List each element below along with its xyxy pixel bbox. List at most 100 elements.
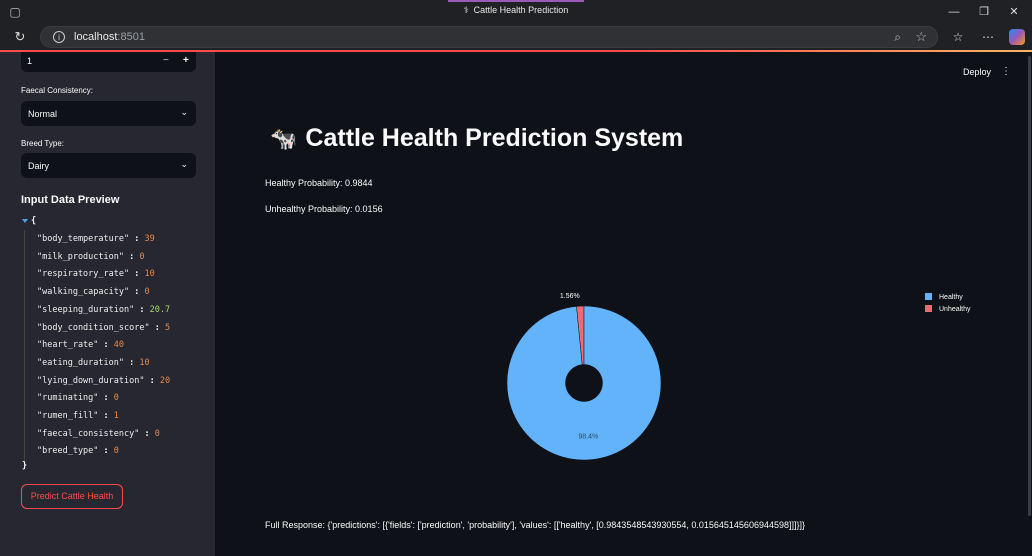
json-value: 10 [139, 357, 150, 368]
restore-icon[interactable]: ❐ [976, 4, 992, 20]
json-value: 40 [113, 340, 125, 351]
reload-icon[interactable]: ↻ [12, 29, 28, 45]
json-colon: : [98, 340, 114, 351]
json-value: 5 [164, 322, 171, 333]
json-value: 1 [113, 411, 119, 421]
json-colon: : [98, 393, 114, 404]
slice-label: 98.4% [578, 434, 598, 441]
faecal-label: Faecal Consistency: [21, 86, 94, 95]
active-tab-indicator [448, 0, 584, 2]
number-input[interactable]: 1 − + [21, 52, 196, 72]
json-row: "body_condition_score" : 5 [37, 323, 170, 333]
decrement-button[interactable]: − [163, 55, 169, 66]
json-close-brace: } [22, 461, 28, 471]
chevron-down-icon: ⌄ [180, 159, 188, 169]
copilot-icon[interactable] [1009, 29, 1025, 45]
json-value: 39 [144, 234, 155, 244]
input-preview-heading: Input Data Preview [21, 194, 120, 206]
faecal-select-value: Normal [28, 109, 58, 119]
json-value: 0 [154, 428, 160, 439]
json-colon: : [144, 375, 160, 386]
breed-select[interactable]: Dairy ⌄ [21, 153, 196, 178]
json-value: 0 [113, 393, 119, 404]
faecal-select[interactable]: Normal ⌄ [21, 101, 196, 126]
full-response-text: Full Response: {'predictions': [{'fields… [265, 520, 805, 530]
url-input[interactable]: i localhost:8501 ⌕ ☆ [40, 26, 938, 48]
json-value: 20.7 [149, 304, 171, 315]
json-row: "rumen_fill" : 1 [37, 411, 119, 421]
browser-titlebar: ▢ ⚕ Cattle Health Prediction — ❐ ✕ [0, 0, 1032, 24]
favorites-icon[interactable]: ☆ [950, 29, 966, 45]
json-colon: : [129, 269, 145, 280]
favorite-star-icon[interactable]: ☆ [915, 29, 927, 45]
increment-button[interactable]: + [183, 55, 189, 66]
json-key: "breed_type" [37, 446, 99, 457]
legend-swatch-unhealthy [925, 305, 932, 312]
zoom-icon[interactable]: ⌕ [894, 30, 901, 45]
json-row: "breed_type" : 0 [37, 446, 119, 456]
json-row: "faecal_consistency" : 0 [37, 429, 160, 439]
json-open-brace: { [31, 216, 37, 226]
main-menu-icon[interactable]: ⋮ [1001, 66, 1011, 77]
collapse-toggle-icon[interactable] [22, 219, 28, 223]
json-key: "rumen_fill" [37, 411, 99, 421]
predict-button[interactable]: Predict Cattle Health [21, 484, 123, 509]
json-value: 0 [144, 287, 150, 298]
json-key: "respiratory_rate" [37, 269, 130, 280]
unhealthy-probability: Unhealthy Probability: 0.0156 [265, 204, 383, 214]
json-row: "eating_duration" : 10 [37, 358, 150, 368]
json-colon: : [98, 446, 114, 457]
deploy-button[interactable]: Deploy [963, 67, 991, 77]
json-row: "milk_production" : 0 [37, 252, 144, 262]
json-colon: : [129, 234, 145, 244]
minimize-icon[interactable]: — [946, 4, 962, 20]
json-key: "body_condition_score" [37, 322, 150, 333]
json-value: 20 [159, 375, 171, 386]
number-input-value[interactable]: 1 [27, 56, 32, 66]
json-colon: : [139, 428, 155, 439]
json-key: "milk_production" [37, 251, 124, 262]
legend-item-healthy[interactable]: Healthy [925, 293, 963, 301]
json-row: "sleeping_duration" : 20.7 [37, 305, 170, 315]
json-value: 0 [139, 251, 145, 262]
sidebar: 1 − + Faecal Consistency: Normal ⌄ Breed… [0, 52, 215, 556]
json-value: 0 [113, 446, 119, 457]
json-indent-guide [24, 230, 25, 466]
close-icon[interactable]: ✕ [1006, 4, 1022, 20]
json-key: "eating_duration" [37, 357, 124, 368]
json-key: "heart_rate" [37, 340, 99, 351]
json-key: "body_temperature" [37, 234, 130, 244]
legend-swatch-healthy [925, 293, 932, 300]
page-title: 🐄 Cattle Health Prediction System [270, 124, 684, 152]
json-key: "lying_down_duration" [37, 375, 145, 386]
json-colon: : [129, 287, 145, 298]
healthy-probability: Healthy Probability: 0.9844 [265, 178, 373, 188]
json-row: "lying_down_duration" : 20 [37, 376, 170, 386]
url-text: localhost:8501 [74, 31, 145, 43]
json-colon: : [124, 251, 140, 262]
json-value: 10 [144, 269, 155, 280]
slice-label: 1.56% [560, 293, 580, 300]
breed-select-value: Dairy [28, 161, 50, 171]
cow-icon: 🐄 [270, 126, 298, 151]
json-key: "walking_capacity" [37, 287, 130, 298]
health-pie-chart: 1.56% 98.4% [506, 293, 662, 461]
json-colon: : [98, 411, 114, 421]
json-colon: : [124, 357, 140, 368]
site-info-icon[interactable]: i [53, 31, 65, 43]
json-row: "walking_capacity" : 0 [37, 287, 150, 297]
json-key: "ruminating" [37, 393, 99, 404]
legend-item-unhealthy[interactable]: Unhealthy [925, 305, 971, 313]
breed-label: Breed Type: [21, 139, 64, 148]
favicon-icon: ⚕ [463, 5, 469, 15]
json-row: "body_temperature" : 39 [37, 234, 155, 244]
json-key: "sleeping_duration" [37, 304, 135, 315]
json-row: "respiratory_rate" : 10 [37, 269, 155, 279]
json-row: "ruminating" : 0 [37, 393, 119, 403]
json-row: "heart_rate" : 40 [37, 340, 124, 350]
json-key: "faecal_consistency" [37, 428, 140, 439]
chevron-down-icon: ⌄ [180, 107, 188, 117]
main-content: Deploy ⋮ 🐄 Cattle Health Prediction Syste… [215, 52, 1032, 556]
more-menu-icon[interactable]: ⋯ [980, 29, 996, 45]
scrollbar-thumb[interactable] [1028, 56, 1031, 516]
